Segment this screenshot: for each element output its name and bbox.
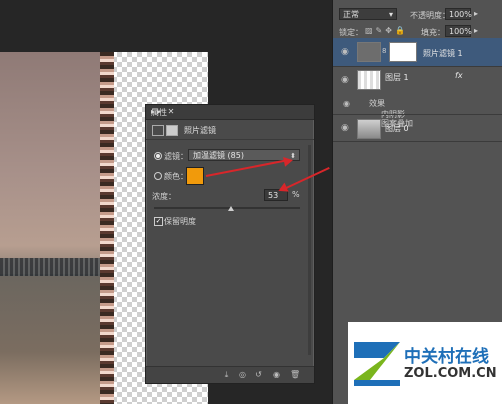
adjustment-header: 照片滤镜 [146,121,314,140]
layer-1[interactable]: ◉ 图层 1 fx [333,66,502,94]
fill-dropdown-icon[interactable]: ▸ [474,26,478,35]
layer-name: 图层 0 [385,124,409,133]
opacity-input[interactable]: 100% [445,8,472,20]
visibility-icon[interactable]: ◉ [272,370,281,379]
density-unit: % [292,190,300,199]
layer-name: 图层 1 [385,73,409,82]
trash-icon[interactable]: 🗑 [290,370,300,379]
lock-label: 锁定： [339,28,363,37]
properties-footer: ⤓ ◎ ↺ ◉ 🗑 [146,366,314,383]
adjustment-title: 照片滤镜 [184,126,216,135]
opacity-dropdown-icon[interactable]: ▸ [474,9,478,18]
adjustment-icon [357,42,381,62]
fill-input[interactable]: 100% [445,25,472,37]
stamp-edge-pattern [100,52,114,404]
opacity-label: 不透明度： [410,11,450,20]
fx-icon[interactable]: fx [455,71,463,80]
layer-thumbnail [357,119,381,139]
clip-to-layer-icon[interactable]: ⤓ [222,370,231,379]
mask-icon[interactable] [166,125,178,136]
zol-logo: 中关村在线 ZOL.COM.CN [348,322,502,404]
layer-0[interactable]: ◉ 图层 0 [333,114,502,142]
zol-mark-icon [354,342,400,386]
eye-icon[interactable]: ◉ [341,47,351,57]
density-label: 浓度： [152,192,176,201]
properties-panel: 属性 ▸▸ ✕ 照片滤镜 滤镜： 加温滤镜 (85) ⬍ 颜色： 浓度： 53 … [145,104,315,384]
preserve-luminosity-checkbox[interactable]: ✓ [154,217,163,226]
layer-thumbnail [357,70,381,90]
filter-label: 滤镜： [164,152,188,161]
eye-icon[interactable]: ◉ [343,99,353,109]
reset-icon[interactable]: ↺ [254,370,263,379]
link-icon[interactable]: 8 [382,47,386,55]
annotation-arrowhead [283,155,294,167]
layer-photo-filter[interactable]: ◉ 8 照片滤镜 1 [333,38,502,67]
photo-water [0,274,112,404]
logo-name-cn: 中关村在线 [404,347,489,367]
color-swatch[interactable] [186,167,204,185]
eye-icon[interactable]: ◉ [341,123,351,133]
logo-name-en: ZOL.COM.CN [404,366,497,381]
eye-icon[interactable]: ◉ [341,75,351,85]
blend-mode-select[interactable]: 正常 ▾ [339,8,397,20]
filter-radio[interactable] [154,152,162,160]
mask-thumbnail[interactable] [389,42,417,62]
density-slider-knob[interactable] [228,206,235,211]
fill-label: 填充： [421,28,445,37]
filter-value: 加温滤镜 (85) [193,151,244,160]
chevron-down-icon: ▾ [388,10,393,19]
effects-label: 效果 [369,99,385,108]
color-label: 颜色： [164,172,188,181]
photo-filter-icon [152,125,164,136]
density-slider[interactable] [154,207,300,209]
view-previous-icon[interactable]: ◎ [238,370,247,379]
color-radio[interactable] [154,172,162,180]
photo-ships [0,258,108,276]
blend-mode-value: 正常 [343,10,359,19]
fill-value: 100% [449,27,472,36]
density-value: 53 [268,191,279,200]
properties-title-bar[interactable]: 属性 ▸▸ ✕ [146,105,314,120]
panel-controls[interactable]: ▸▸ ✕ [151,107,309,116]
preserve-luminosity-label: 保留明度 [164,217,196,226]
lock-icons[interactable]: ▨✎✥🔒 [365,26,408,35]
opacity-value: 100% [449,10,472,19]
layer-name: 照片滤镜 1 [423,49,463,58]
